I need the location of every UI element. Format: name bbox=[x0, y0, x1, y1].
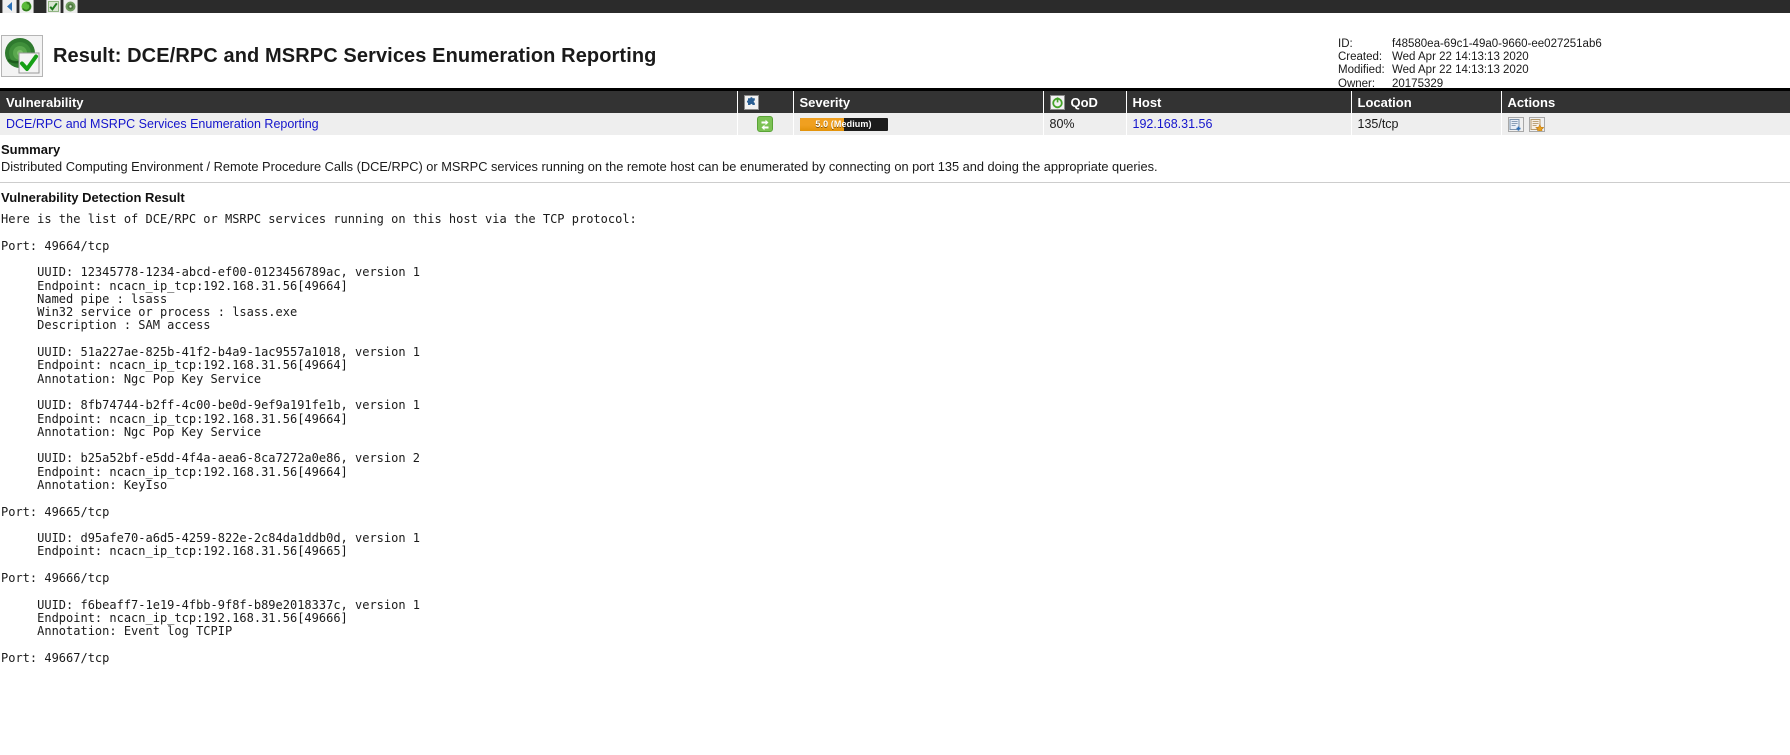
scan-target-icon[interactable] bbox=[63, 0, 78, 14]
metadata-key: Modified: bbox=[1338, 64, 1385, 77]
column-label-actions: Actions bbox=[1507, 94, 1556, 110]
column-label-severity: Severity bbox=[799, 94, 851, 110]
top-toolbar bbox=[0, 0, 1790, 14]
metadata-row-modified: Modified: Wed Apr 22 14:13:13 2020 bbox=[1338, 64, 1790, 77]
result-check-icon bbox=[1, 35, 43, 77]
cell-solution-type bbox=[737, 113, 794, 136]
table-header-row: Vulnerability Severity QoD Host Location… bbox=[0, 89, 1790, 114]
cell-vulnerability: DCE/RPC and MSRPC Services Enumeration R… bbox=[0, 113, 738, 136]
summary-heading: Summary bbox=[1, 142, 61, 158]
toolbar-group-actions bbox=[46, 0, 78, 14]
column-label-vulnerability: Vulnerability bbox=[6, 94, 84, 110]
page-title: Result: DCE/RPC and MSRPC Services Enume… bbox=[53, 44, 657, 67]
summary-text: Distributed Computing Environment / Remo… bbox=[1, 159, 1158, 175]
cell-severity: 5.0 (Medium) bbox=[793, 113, 1044, 136]
results-table: Vulnerability Severity QoD Host Location… bbox=[0, 88, 1790, 136]
host-link[interactable]: 192.168.31.56 bbox=[1133, 117, 1213, 131]
severity-bar: 5.0 (Medium) bbox=[799, 117, 888, 131]
refresh-icon[interactable] bbox=[19, 0, 34, 14]
page-header-left: Result: DCE/RPC and MSRPC Services Enume… bbox=[0, 35, 656, 77]
checkmark-tag-icon[interactable] bbox=[46, 0, 61, 14]
metadata-value-owner: 20175329 bbox=[1392, 77, 1444, 90]
metadata-value-modified: Wed Apr 22 14:13:13 2020 bbox=[1392, 64, 1529, 77]
cell-location: 135/tcp bbox=[1351, 113, 1502, 136]
page-header: Result: DCE/RPC and MSRPC Services Enume… bbox=[0, 13, 1790, 91]
column-header-severity[interactable]: Severity bbox=[793, 89, 1044, 114]
column-header-location[interactable]: Location bbox=[1351, 89, 1502, 114]
result-content: Summary Distributed Computing Environmen… bbox=[0, 142, 1790, 665]
metadata-value-id: f48580ea-69c1-49a0-9660-ee027251ab6 bbox=[1392, 38, 1602, 50]
content-divider bbox=[0, 182, 1790, 184]
column-header-vulnerability[interactable]: Vulnerability bbox=[0, 89, 738, 114]
metadata-row-created: Created: Wed Apr 22 14:13:13 2020 bbox=[1338, 51, 1790, 64]
detection-result-text: Here is the list of DCE/RPC or MSRPC ser… bbox=[1, 212, 637, 665]
column-label-location: Location bbox=[1357, 94, 1412, 110]
metadata-row-owner: Owner: 20175329 bbox=[1338, 78, 1790, 91]
column-label-host: Host bbox=[1132, 94, 1162, 110]
metadata-value-created: Wed Apr 22 14:13:13 2020 bbox=[1392, 51, 1529, 64]
column-header-actions: Actions bbox=[1501, 89, 1790, 114]
column-header-qod[interactable]: QoD bbox=[1043, 89, 1127, 114]
back-arrow-icon[interactable] bbox=[2, 0, 17, 14]
severity-value: 5.0 (Medium) bbox=[815, 118, 872, 129]
solution-type-puzzle-icon bbox=[743, 94, 759, 111]
solution-vendorfix-icon[interactable] bbox=[757, 116, 773, 133]
metadata-key: Created: bbox=[1338, 51, 1383, 64]
vulnerability-link[interactable]: DCE/RPC and MSRPC Services Enumeration R… bbox=[6, 117, 319, 131]
result-metadata: ID: f48580ea-69c1-49a0-9660-ee027251ab6 … bbox=[1338, 38, 1790, 91]
column-header-host[interactable]: Host bbox=[1126, 89, 1352, 114]
column-label-qod: QoD bbox=[1070, 94, 1098, 110]
cell-host: 192.168.31.56 bbox=[1126, 113, 1352, 136]
cell-actions bbox=[1501, 113, 1790, 136]
table-row: DCE/RPC and MSRPC Services Enumeration R… bbox=[0, 113, 1790, 136]
detection-result-heading: Vulnerability Detection Result bbox=[1, 190, 185, 206]
metadata-key: Owner: bbox=[1338, 77, 1376, 90]
qod-power-icon bbox=[1049, 94, 1065, 110]
metadata-key: ID: bbox=[1338, 38, 1353, 50]
metadata-row-id: ID: f48580ea-69c1-49a0-9660-ee027251ab6 bbox=[1338, 38, 1790, 51]
create-override-icon[interactable] bbox=[1528, 116, 1545, 133]
cell-qod: 80% bbox=[1043, 113, 1127, 136]
toolbar-group-navigation bbox=[2, 0, 34, 14]
add-to-assets-icon[interactable] bbox=[1507, 116, 1524, 132]
column-header-solution-type[interactable] bbox=[737, 89, 794, 114]
